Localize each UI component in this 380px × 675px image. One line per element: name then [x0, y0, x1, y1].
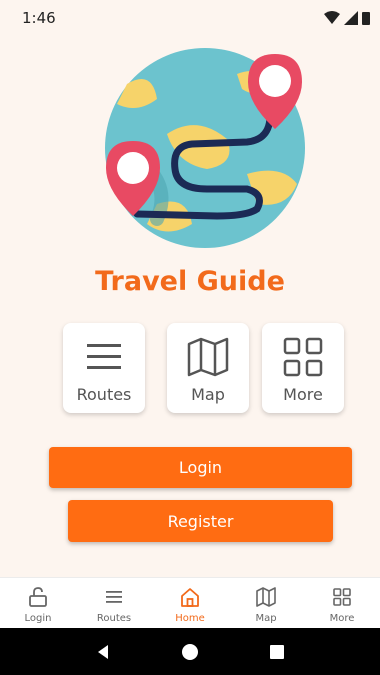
nav-item-map[interactable]: Map: [228, 578, 304, 629]
status-icons: [324, 11, 370, 25]
recents-icon[interactable]: [268, 643, 286, 661]
routes-tile-label: Routes: [76, 385, 132, 404]
nav-label-map: Map: [255, 613, 277, 624]
nav-item-home[interactable]: Home: [152, 578, 228, 629]
system-navigation-bar: [0, 628, 380, 675]
signal-icon: [344, 11, 358, 25]
grid-icon: [333, 588, 351, 606]
app-title: Travel Guide: [95, 266, 285, 297]
home-circle-icon[interactable]: [181, 643, 199, 661]
routes-tile[interactable]: Routes: [63, 323, 145, 413]
nav-label-login: Login: [24, 613, 52, 624]
globe-route-illustration: [105, 48, 305, 248]
unlock-icon: [29, 587, 47, 607]
map-icon: [256, 587, 276, 607]
wifi-icon: [324, 11, 340, 24]
map-tile[interactable]: Map: [167, 323, 249, 413]
back-icon[interactable]: [94, 643, 112, 661]
bottom-navigation: Login Routes Home Map More: [0, 577, 380, 629]
map-tile-label: Map: [191, 385, 225, 404]
nav-item-routes[interactable]: Routes: [76, 578, 152, 629]
nav-item-login[interactable]: Login: [0, 578, 76, 629]
menu-icon: [87, 344, 121, 369]
register-button[interactable]: Register: [68, 500, 333, 542]
status-time: 1:46: [22, 9, 56, 27]
status-bar: 1:46: [0, 0, 380, 36]
map-icon: [187, 337, 229, 377]
grid-icon: [283, 337, 323, 377]
more-tile[interactable]: More: [262, 323, 344, 413]
nav-item-more[interactable]: More: [304, 578, 380, 629]
home-icon: [181, 588, 199, 607]
nav-label-more: More: [329, 613, 355, 624]
nav-label-routes: Routes: [96, 613, 132, 624]
battery-icon: [362, 12, 370, 25]
menu-icon: [106, 591, 122, 603]
nav-label-home: Home: [175, 613, 205, 624]
more-tile-label: More: [283, 385, 323, 404]
login-button[interactable]: Login: [49, 447, 352, 488]
